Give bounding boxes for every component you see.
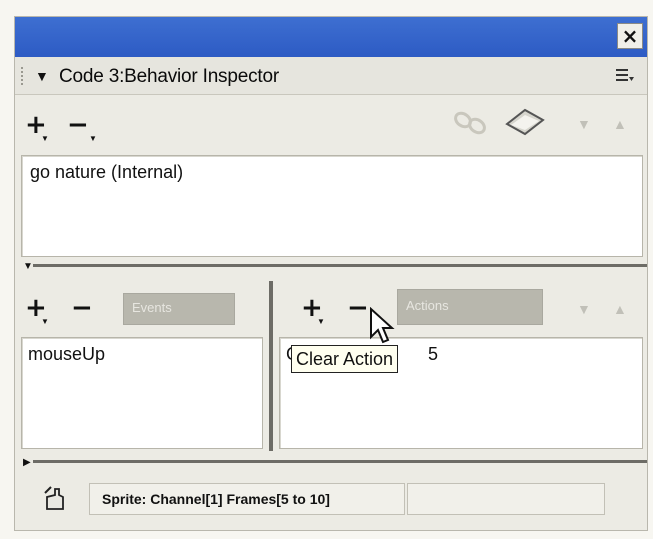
title-bar[interactable]: ×: [15, 17, 647, 57]
vertical-divider[interactable]: [269, 281, 273, 451]
options-menu-icon[interactable]: [615, 67, 635, 83]
behavior-inspector-panel: × ▼ Code 3:Behavior Inspector + ▼ − ▼ ▼ …: [14, 16, 648, 531]
events-label: Events: [123, 293, 235, 325]
splitter-arrow-icon[interactable]: ▶: [23, 457, 31, 468]
actions-label: Actions: [397, 289, 543, 325]
list-item[interactable]: mouseUp: [28, 344, 105, 365]
action-move-down-icon[interactable]: ▼: [577, 301, 591, 317]
behavior-toolbar: + ▼ − ▼ ▼ ▲: [15, 96, 647, 154]
list-item[interactable]: go nature (Internal): [30, 162, 183, 183]
move-up-icon[interactable]: ▲: [613, 116, 627, 132]
status-extension: [407, 483, 605, 515]
mouse-cursor-icon: [370, 307, 395, 344]
remove-event-button[interactable]: −: [71, 293, 93, 323]
script-window-icon[interactable]: [503, 106, 547, 138]
script-link-icon[interactable]: [449, 108, 491, 138]
close-button[interactable]: ×: [617, 23, 643, 49]
collapse-arrow-icon[interactable]: ▼: [35, 68, 49, 84]
add-event-button[interactable]: + ▼: [25, 293, 59, 327]
move-down-icon[interactable]: ▼: [577, 116, 591, 132]
remove-action-button[interactable]: −: [347, 293, 369, 323]
behaviors-list[interactable]: go nature (Internal): [21, 155, 643, 257]
splitter[interactable]: [33, 460, 647, 463]
splitter[interactable]: [33, 264, 647, 267]
remove-behavior-button[interactable]: − ▼: [67, 110, 103, 144]
events-list[interactable]: mouseUp: [21, 337, 263, 449]
splitter-arrow-icon[interactable]: ▼: [23, 261, 33, 272]
sprite-icon[interactable]: [41, 483, 71, 513]
add-behavior-button[interactable]: + ▼: [25, 110, 59, 144]
action-move-up-icon[interactable]: ▲: [613, 301, 627, 317]
panel-header[interactable]: ▼ Code 3:Behavior Inspector: [15, 57, 647, 95]
tooltip: Clear Action: [291, 345, 399, 373]
add-action-button[interactable]: + ▼: [301, 293, 335, 327]
drag-grip-icon[interactable]: [21, 67, 27, 85]
status-bar: Sprite: Channel[1] Frames[5 to 10]: [89, 483, 405, 515]
panel-title: Code 3:Behavior Inspector: [59, 66, 279, 87]
